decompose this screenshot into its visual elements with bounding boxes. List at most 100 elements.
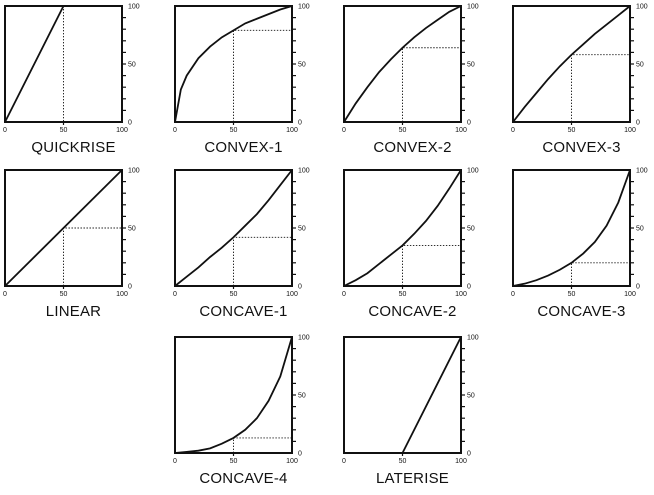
plot-frame [512,169,631,287]
reference-guide [63,227,122,286]
curve-title: CONCAVE-4 [199,470,287,487]
x-tick-label: 0 [3,291,7,298]
panel-quickrise: 0 50 100050100QUICKRISE [3,4,140,157]
x-tick-label: 50 [399,127,407,134]
y-tick-label: 50 [128,62,136,69]
x-tick-label: 100 [286,291,298,298]
curve-line-concave-1 [174,169,293,287]
x-tick-label: 0 [173,458,177,465]
reference-guide [233,236,292,286]
y-tick-label: 0 [467,284,471,291]
y-tick-label: 0 [298,120,302,127]
curve-line-concave-2 [343,169,462,287]
curve-title: QUICKRISE [31,139,115,156]
x-tick-label: 50 [568,291,576,298]
y-tick-label: 50 [298,62,306,69]
y-tick-label: 50 [467,62,475,69]
y-tick-label: 50 [467,393,475,400]
x-tick-label: 50 [568,127,576,134]
x-tick-label: 0 [342,291,346,298]
curve-title: CONCAVE-1 [199,303,287,320]
reference-guide [402,244,461,286]
y-tick-label: 100 [298,168,310,175]
curve-title: CONVEX-1 [204,139,282,156]
x-tick-label: 0 [511,127,515,134]
y-tick-label: 50 [636,226,644,233]
y-tick-label: 100 [467,168,479,175]
x-tick-label: 50 [399,291,407,298]
x-tick-label: 100 [286,127,298,134]
x-tick-label: 50 [230,458,238,465]
x-tick-label: 0 [173,291,177,298]
x-tick-label: 0 [511,291,515,298]
panel-concave-2: 0 50 100050100CONCAVE-2 [342,168,479,321]
plot-frame [343,169,462,287]
curve-title: CONCAVE-2 [368,303,456,320]
y-tick-label: 0 [467,120,471,127]
y-tick-label: 50 [467,226,475,233]
x-tick-label: 50 [230,127,238,134]
y-tick-label: 50 [128,226,136,233]
reference-guide [402,47,461,122]
curve-figure: 0 50 100050100QUICKRISE0 50 100050100CONVEX-… [3,4,648,488]
y-tick-label: 100 [128,4,140,11]
y-tick-label: 100 [467,335,479,342]
plot-frame [174,169,293,287]
reference-guide [233,437,292,453]
y-tick-label: 0 [467,451,471,458]
plot-frame [174,336,293,454]
y-tick-label: 0 [128,284,132,291]
reference-guide [233,29,292,122]
y-tick-label: 100 [636,4,648,11]
y-tick-label: 0 [128,120,132,127]
x-tick-label: 50 [230,291,238,298]
y-tick-label: 0 [636,284,640,291]
x-tick-label: 0 [3,127,7,134]
curve-line-concave-4 [174,336,293,454]
y-tick-label: 50 [636,62,644,69]
y-tick-label: 50 [298,393,306,400]
panel-laterise: 0 50 100050100LATERISE [342,335,479,488]
x-tick-label: 50 [60,127,68,134]
panel-linear: 0 50 100050100LINEAR [3,168,140,321]
curve-title: CONVEX-3 [542,139,620,156]
x-tick-label: 100 [455,291,467,298]
y-tick-label: 100 [636,168,648,175]
panel-concave-1: 0 50 100050100CONCAVE-1 [173,168,310,321]
curve-title: LATERISE [376,470,449,487]
panel-convex-1: 0 50 100050100CONVEX-1 [173,4,310,157]
x-tick-label: 0 [173,127,177,134]
y-tick-label: 100 [298,335,310,342]
reference-guide [571,54,630,122]
curve-title: LINEAR [46,303,101,320]
y-tick-label: 0 [298,284,302,291]
x-tick-label: 100 [624,291,636,298]
x-tick-label: 50 [399,458,407,465]
panel-concave-4: 0 50 100050100CONCAVE-4 [173,335,310,488]
x-tick-label: 0 [342,127,346,134]
y-tick-label: 100 [128,168,140,175]
reference-guide [571,262,630,286]
y-tick-label: 50 [298,226,306,233]
panel-concave-3: 0 50 100050100CONCAVE-3 [511,168,648,321]
x-tick-label: 50 [60,291,68,298]
x-tick-label: 100 [286,458,298,465]
curve-line-laterise [344,336,462,454]
panel-convex-2: 0 50 100050100CONVEX-2 [342,4,479,157]
x-tick-label: 100 [116,291,128,298]
y-tick-label: 0 [636,120,640,127]
x-tick-label: 100 [455,127,467,134]
curve-line-linear [4,169,123,287]
panel-convex-3: 0 50 100050100CONVEX-3 [511,4,648,157]
y-tick-label: 100 [298,4,310,11]
curve-line-concave-3 [512,169,631,287]
plot-frame [343,336,462,454]
x-tick-label: 100 [455,458,467,465]
x-tick-label: 100 [624,127,636,134]
y-tick-label: 100 [467,4,479,11]
x-tick-label: 100 [116,127,128,134]
curve-title: CONVEX-2 [373,139,451,156]
y-tick-label: 0 [298,451,302,458]
x-tick-label: 0 [342,458,346,465]
curve-title: CONCAVE-3 [537,303,625,320]
